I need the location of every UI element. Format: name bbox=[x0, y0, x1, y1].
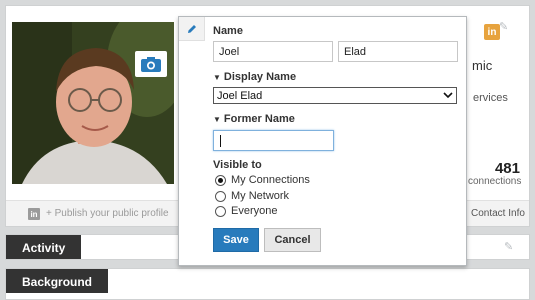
publish-profile-link[interactable]: + Publish your public profile bbox=[46, 208, 169, 219]
pencil-icon[interactable] bbox=[179, 17, 205, 41]
linkedin-icon: in bbox=[484, 24, 500, 40]
visibility-option-my-connections[interactable]: My Connections bbox=[215, 174, 310, 186]
camera-icon[interactable] bbox=[135, 51, 167, 77]
background-section: Background bbox=[5, 268, 530, 300]
display-name-label: ▼ Display Name bbox=[213, 71, 297, 83]
headline-fragment: mic bbox=[472, 58, 493, 73]
edit-name-popup: Name ▼Display Name Joel Elad ▼Former Nam… bbox=[178, 16, 467, 266]
connections-count: 481 bbox=[494, 160, 520, 177]
contact-info-link[interactable]: Contact Info bbox=[471, 208, 525, 219]
profile-photo-image bbox=[12, 22, 174, 184]
save-button[interactable]: Save bbox=[213, 228, 259, 252]
radio-label: Everyone bbox=[231, 205, 278, 217]
radio-label: My Network bbox=[231, 190, 290, 202]
radio-button[interactable] bbox=[215, 205, 226, 217]
pencil-icon[interactable]: ✎ bbox=[499, 20, 508, 33]
name-label: Name bbox=[213, 25, 243, 37]
display-name-select[interactable]: Joel Elad bbox=[213, 87, 457, 104]
former-name-label: ▼ Former Name bbox=[213, 113, 295, 125]
pencil-icon[interactable]: ✎ bbox=[504, 240, 513, 253]
caret-down-icon: ▼ bbox=[213, 115, 221, 124]
display-name-selected: Joel Elad bbox=[217, 89, 263, 102]
chevron-down-icon bbox=[443, 92, 453, 99]
text-cursor bbox=[220, 135, 221, 147]
caret-down-icon: ▼ bbox=[213, 73, 221, 82]
profile-photo[interactable] bbox=[12, 22, 174, 184]
visibility-option-everyone[interactable]: Everyone bbox=[215, 205, 277, 217]
visibility-option-my-network[interactable]: My Network bbox=[215, 190, 289, 202]
first-name-input[interactable] bbox=[213, 41, 333, 62]
former-name-input[interactable] bbox=[213, 130, 334, 151]
radio-button[interactable] bbox=[215, 174, 226, 186]
last-name-input[interactable] bbox=[338, 41, 458, 62]
radio-label: My Connections bbox=[231, 174, 310, 186]
linkedin-icon: in bbox=[28, 208, 40, 220]
industry-fragment: ervices bbox=[473, 92, 508, 104]
radio-button[interactable] bbox=[215, 190, 226, 202]
cancel-button[interactable]: Cancel bbox=[264, 228, 321, 252]
visible-to-label: Visible to bbox=[213, 159, 262, 171]
activity-tab[interactable]: Activity bbox=[6, 235, 82, 259]
connections-label: connections bbox=[468, 176, 522, 187]
background-tab[interactable]: Background bbox=[6, 269, 109, 293]
